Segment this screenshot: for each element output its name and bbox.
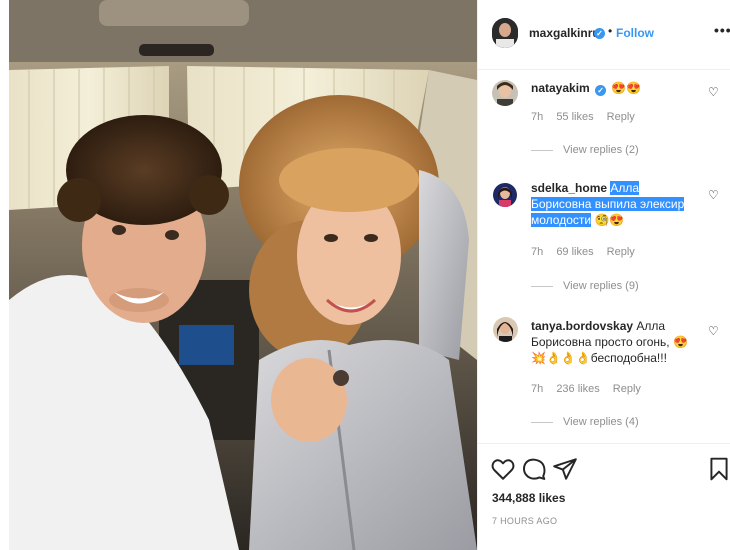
post-header: maxgalkinru ✓ • Follow •••: [478, 0, 730, 70]
view-replies-button[interactable]: View replies (2): [531, 144, 639, 156]
post-side-panel: maxgalkinru ✓ • Follow ••• natayakim ✓ 😍…: [477, 0, 730, 550]
more-options-icon[interactable]: •••: [714, 22, 730, 38]
commenter-avatar[interactable]: [493, 183, 517, 207]
commenter-avatar[interactable]: [493, 317, 518, 342]
bookmark-icon[interactable]: [706, 456, 730, 482]
post-like-count[interactable]: 344,888 likes: [492, 491, 565, 505]
view-replies-button[interactable]: View replies (4): [531, 416, 639, 428]
reply-button[interactable]: Reply: [613, 383, 641, 395]
post-actions: 344,888 likes 7 HOURS AGO: [478, 443, 730, 550]
separator-dot: •: [608, 24, 613, 38]
heart-icon[interactable]: [490, 456, 516, 482]
view-replies-button[interactable]: View replies (9): [531, 280, 639, 292]
comment-likes[interactable]: 69 likes: [556, 246, 593, 258]
follow-button[interactable]: Follow: [616, 26, 654, 40]
comment-meta: 7h 236 likes Reply: [531, 383, 651, 395]
commenter-avatar[interactable]: [492, 80, 518, 106]
comment-icon[interactable]: [521, 456, 547, 482]
left-margin: [0, 0, 9, 550]
comment-text: tanya.bordovskay Алла Борисовна просто о…: [531, 318, 689, 366]
commenter-avatar-image: [492, 80, 518, 106]
comment-username[interactable]: sdelka_home: [531, 181, 607, 195]
comment-likes[interactable]: 55 likes: [556, 111, 593, 123]
replies-divider: [531, 285, 553, 287]
comment-like-icon[interactable]: ♡: [708, 324, 719, 338]
comment-meta: 7h 55 likes Reply: [531, 111, 645, 123]
comment-body: 😍😍: [611, 81, 642, 95]
replies-divider: [531, 149, 553, 151]
comment-username[interactable]: tanya.bordovskay: [531, 319, 633, 333]
comment-likes[interactable]: 236 likes: [556, 383, 599, 395]
post-timestamp: 7 HOURS AGO: [492, 516, 558, 526]
author-avatar[interactable]: [492, 18, 518, 48]
view-replies-label: View replies (2): [563, 144, 639, 156]
share-icon[interactable]: [552, 456, 578, 482]
comment-body-emoji: 🧐😍: [594, 213, 625, 227]
author-avatar-image: [492, 18, 518, 48]
comment-time: 7h: [531, 383, 544, 395]
reply-button[interactable]: Reply: [607, 246, 635, 258]
reply-button[interactable]: Reply: [607, 111, 635, 123]
comment-text: sdelka_home Алла Борисовна выпила элекси…: [531, 180, 689, 228]
verified-icon: ✓: [594, 28, 605, 39]
commenter-avatar-image: [493, 183, 517, 207]
author-username[interactable]: maxgalkinru: [529, 26, 600, 40]
comment-text: natayakim ✓ 😍😍: [531, 80, 689, 96]
comment-like-icon[interactable]: ♡: [708, 188, 719, 202]
verified-icon: ✓: [595, 85, 607, 96]
comment-like-icon[interactable]: ♡: [708, 85, 719, 99]
view-replies-label: View replies (9): [563, 280, 639, 292]
comment-time: 7h: [531, 246, 544, 258]
comment-time: 7h: [531, 111, 544, 123]
comment-username[interactable]: natayakim: [531, 81, 590, 95]
view-replies-label: View replies (4): [563, 416, 639, 428]
comment-meta: 7h 69 likes Reply: [531, 246, 645, 258]
post-photo[interactable]: [9, 0, 477, 550]
selfie-image: [9, 0, 477, 550]
replies-divider: [531, 421, 553, 423]
commenter-avatar-image: [493, 317, 518, 342]
